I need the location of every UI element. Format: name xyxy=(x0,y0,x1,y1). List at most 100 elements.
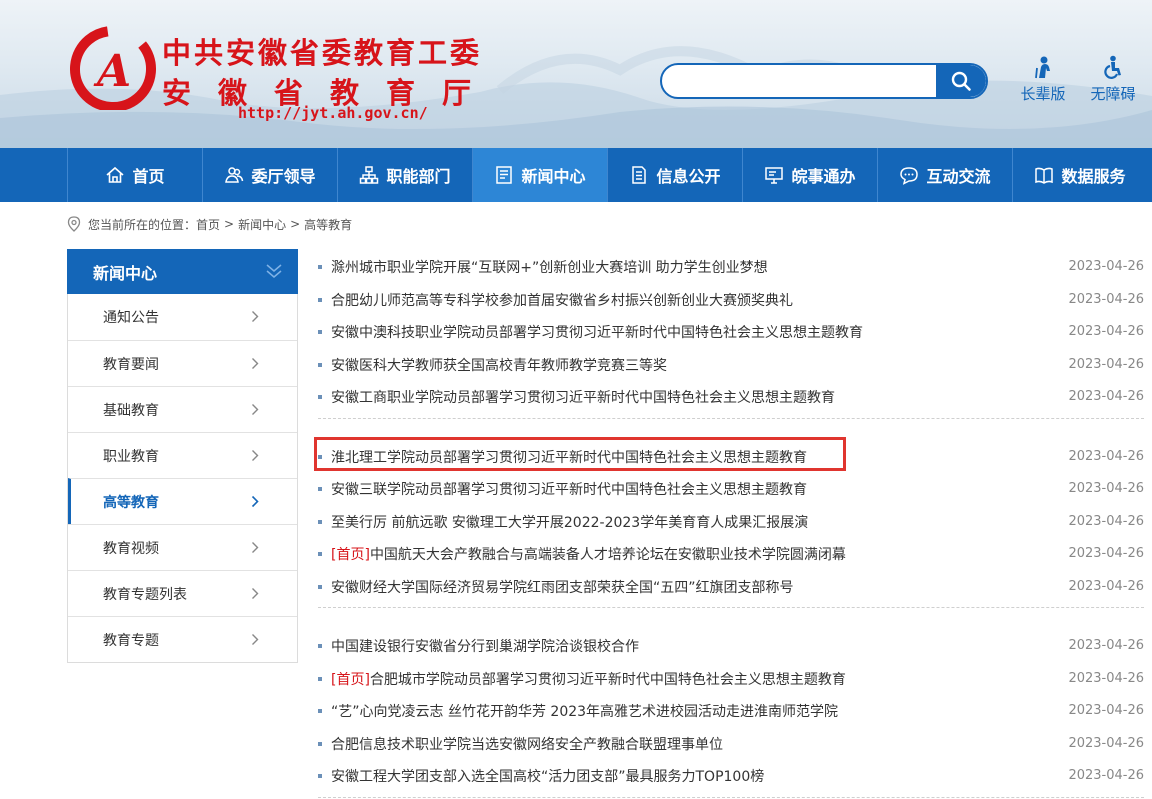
news-title[interactable]: 中国建设银行安徽省分行到巢湖学院洽谈银校合作 xyxy=(331,636,639,656)
news-date: 2023-04-26 xyxy=(1068,448,1144,464)
news-item[interactable]: 滁州城市职业学院开展“互联网+”创新创业大赛培训 助力学生创业梦想 2023-04… xyxy=(318,251,1144,284)
bullet-icon xyxy=(318,265,322,270)
news-title[interactable]: 至美行厉 前航远歌 安徽理工大学开展2022-2023学年美育育人成果汇报展演 xyxy=(331,512,808,532)
news-item[interactable]: 安徽财经大学国际经济贸易学院红雨团支部荣获全国“五四”红旗团支部称号 2023-0… xyxy=(318,571,1144,604)
news-title[interactable]: 合肥城市学院动员部署学习贯彻习近平新时代中国特色社会主义思想主题教育 xyxy=(370,669,846,689)
monitor-icon xyxy=(765,167,784,184)
bullet-icon xyxy=(318,644,322,649)
bullet-icon xyxy=(318,330,322,335)
nav-item-departments[interactable]: 职能部门 xyxy=(337,148,472,202)
chevron-right-icon xyxy=(252,542,259,553)
news-item[interactable]: “艺”心向党凌云志 丝竹花开韵华芳 2023年高雅艺术进校园活动走进淮南师范学院… xyxy=(318,695,1144,728)
site-url[interactable]: http://jyt.ah.gov.cn/ xyxy=(238,104,428,122)
news-title[interactable]: 滁州城市职业学院开展“互联网+”创新创业大赛培训 助力学生创业梦想 xyxy=(331,257,768,277)
sidebar-item-vocational-education[interactable]: 职业教育 xyxy=(68,432,297,478)
accessibility-label: 无障碍 xyxy=(1090,85,1136,103)
sidebar-item-notices[interactable]: 通知公告 xyxy=(68,294,297,340)
news-title[interactable]: 安徽中澳科技职业学院动员部署学习贯彻习近平新时代中国特色社会主义思想主题教育 xyxy=(331,322,863,342)
bullet-icon xyxy=(318,552,322,557)
sidebar-item-education-video[interactable]: 教育视频 xyxy=(68,524,297,570)
breadcrumb-current[interactable]: 高等教育 xyxy=(304,216,352,233)
nav-item-label: 信息公开 xyxy=(656,167,721,186)
sidebar-item-label: 基础教育 xyxy=(103,402,159,419)
sidebar-item-topics[interactable]: 教育专题 xyxy=(68,616,297,662)
news-date: 2023-04-26 xyxy=(1068,546,1144,561)
news-item[interactable]: 安徽三联学院动员部署学习贯彻习近平新时代中国特色社会主义思想主题教育 2023-0… xyxy=(318,473,1144,506)
nav-item-label: 数据服务 xyxy=(1061,167,1126,186)
search-button[interactable] xyxy=(936,65,986,97)
news-title[interactable]: 安徽医科大学教师获全国高校青年教师教学竞赛三等奖 xyxy=(331,355,667,375)
site-header: A 中共安徽省委教育工委 安徽省教育厅 http://jyt.ah.gov.cn… xyxy=(0,0,1152,148)
nav-item-data[interactable]: 数据服务 xyxy=(1012,148,1147,202)
bullet-icon xyxy=(318,362,322,367)
news-date: 2023-04-26 xyxy=(1068,768,1144,783)
bullet-icon xyxy=(318,454,322,459)
nav-item-services[interactable]: 皖事通办 xyxy=(742,148,877,202)
search-icon xyxy=(951,71,971,91)
news-title[interactable]: 中国航天大会产教融合与高端装备人才培养论坛在安徽职业技术学院圆满闭幕 xyxy=(370,544,846,564)
main-nav: 首页 委厅领导 职能部门 新闻中心 信息公开 皖事通办 互动交流 数据服务 xyxy=(0,148,1152,202)
news-title[interactable]: 安徽工商职业学院动员部署学习贯彻习近平新时代中国特色社会主义思想主题教育 xyxy=(331,387,835,407)
org-chart-icon xyxy=(360,166,379,184)
breadcrumb-home[interactable]: 首页 xyxy=(196,216,220,233)
nav-item-leaders[interactable]: 委厅领导 xyxy=(202,148,337,202)
leaders-icon xyxy=(225,167,244,183)
news-group: 滁州城市职业学院开展“互联网+”创新创业大赛培训 助力学生创业梦想 2023-04… xyxy=(318,251,1144,419)
nav-item-news[interactable]: 新闻中心 xyxy=(472,148,607,202)
svg-text:A: A xyxy=(93,46,131,97)
news-item[interactable]: 淮北理工学院动员部署学习贯彻习近平新时代中国特色社会主义思想主题教育 2023-0… xyxy=(318,441,1144,474)
bullet-icon xyxy=(318,584,322,589)
news-group: 淮北理工学院动员部署学习贯彻习近平新时代中国特色社会主义思想主题教育 2023-0… xyxy=(318,441,1144,608)
nav-item-info[interactable]: 信息公开 xyxy=(607,148,742,202)
news-icon xyxy=(496,166,513,184)
news-item[interactable]: 安徽工商职业学院动员部署学习贯彻习近平新时代中国特色社会主义思想主题教育 2023… xyxy=(318,381,1144,414)
search-bar xyxy=(660,63,988,99)
news-title[interactable]: 淮北理工学院动员部署学习贯彻习近平新时代中国特色社会主义思想主题教育 xyxy=(331,447,807,467)
chevron-right-icon xyxy=(252,404,259,415)
nav-item-label: 委厅领导 xyxy=(251,167,316,186)
bullet-icon xyxy=(318,395,322,400)
news-date: 2023-04-26 xyxy=(1068,324,1144,339)
news-date: 2023-04-26 xyxy=(1068,735,1144,751)
news-item[interactable]: 安徽工程大学团支部入选全国高校“活力团支部”最具服务力TOP100榜 2023-0… xyxy=(318,760,1144,793)
news-title[interactable]: “艺”心向党凌云志 丝竹花开韵华芳 2023年高雅艺术进校园活动走进淮南师范学院 xyxy=(331,701,838,721)
site-title: 中共安徽省委教育工委 xyxy=(162,36,483,70)
breadcrumb-news[interactable]: 新闻中心 xyxy=(238,216,286,233)
sidebar-item-basic-education[interactable]: 基础教育 xyxy=(68,386,297,432)
elder-mode-button[interactable]: 长辈版 xyxy=(1015,55,1071,104)
news-title[interactable]: 合肥信息技术职业学院当选安徽网络安全产教融合联盟理事单位 xyxy=(331,734,723,754)
news-date: 2023-04-26 xyxy=(1068,481,1144,496)
nav-item-home[interactable]: 首页 xyxy=(67,148,202,202)
chevron-right-icon xyxy=(252,450,259,461)
news-title[interactable]: 安徽三联学院动员部署学习贯彻习近平新时代中国特色社会主义思想主题教育 xyxy=(331,479,807,499)
news-date: 2023-04-26 xyxy=(1068,356,1144,372)
chat-icon xyxy=(900,167,919,185)
chevron-right-icon xyxy=(252,588,259,599)
bullet-icon xyxy=(318,487,322,492)
search-input[interactable] xyxy=(662,65,938,97)
news-item[interactable]: 合肥信息技术职业学院当选安徽网络安全产教融合联盟理事单位 2023-04-26 xyxy=(318,728,1144,761)
news-item[interactable]: [首页] 合肥城市学院动员部署学习贯彻习近平新时代中国特色社会主义思想主题教育 20… xyxy=(318,663,1144,696)
nav-item-interaction[interactable]: 互动交流 xyxy=(877,148,1012,202)
news-title[interactable]: 安徽财经大学国际经济贸易学院红雨团支部荣获全国“五四”红旗团支部称号 xyxy=(331,577,794,597)
sidebar-item-higher-education[interactable]: 高等教育 xyxy=(68,478,297,524)
sidebar-list: 通知公告 教育要闻 基础教育 职业教育 高等教育 教育视频 教育专题列表 教育专… xyxy=(67,294,298,663)
sidebar-item-news[interactable]: 教育要闻 xyxy=(68,340,297,386)
elder-person-icon xyxy=(1035,56,1050,79)
sidebar-item-label: 教育视频 xyxy=(103,540,159,557)
news-item[interactable]: 至美行厉 前航远歌 安徽理工大学开展2022-2023学年美育育人成果汇报展演 2… xyxy=(318,506,1144,539)
sidebar: 新闻中心 通知公告 教育要闻 基础教育 职业教育 高等教育 教育视频 教育专题列… xyxy=(67,249,298,663)
bullet-icon xyxy=(318,774,322,779)
news-item[interactable]: 安徽中澳科技职业学院动员部署学习贯彻习近平新时代中国特色社会主义思想主题教育 20… xyxy=(318,316,1144,349)
accessibility-button[interactable]: 无障碍 xyxy=(1085,55,1141,104)
news-item[interactable]: [首页] 中国航天大会产教融合与高端装备人才培养论坛在安徽职业技术学院圆满闭幕 20… xyxy=(318,538,1144,571)
news-list: 滁州城市职业学院开展“互联网+”创新创业大赛培训 助力学生创业梦想 2023-04… xyxy=(318,251,1144,799)
news-item[interactable]: 安徽医科大学教师获全国高校青年教师教学竞赛三等奖 2023-04-26 xyxy=(318,349,1144,382)
sidebar-item-label: 高等教育 xyxy=(103,494,159,511)
sidebar-item-topic-list[interactable]: 教育专题列表 xyxy=(68,570,297,616)
news-title[interactable]: 安徽工程大学团支部入选全国高校“活力团支部”最具服务力TOP100榜 xyxy=(331,766,764,786)
news-item[interactable]: 中国建设银行安徽省分行到巢湖学院洽谈银校合作 2023-04-26 xyxy=(318,630,1144,663)
news-item[interactable]: 合肥幼儿师范高等专科学校参加首届安徽省乡村振兴创新创业大赛颁奖典礼 2023-04… xyxy=(318,284,1144,317)
news-title[interactable]: 合肥幼儿师范高等专科学校参加首届安徽省乡村振兴创新创业大赛颁奖典礼 xyxy=(331,290,793,310)
book-icon xyxy=(1035,167,1054,184)
